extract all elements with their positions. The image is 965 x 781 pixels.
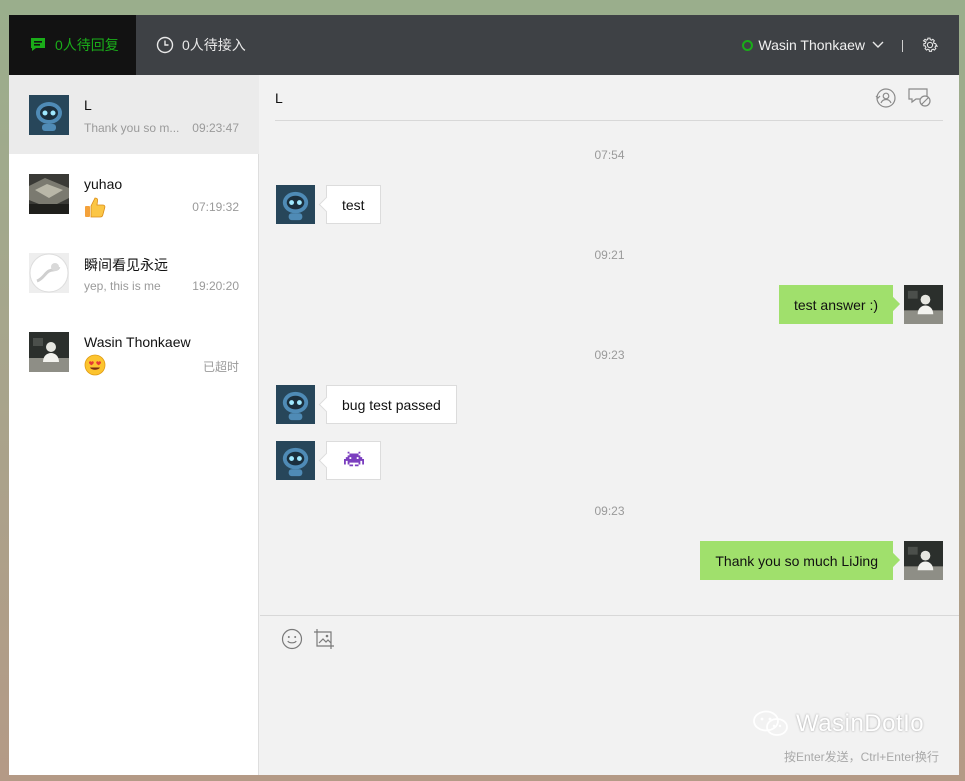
top-bar: 0人待回复 0人待接入 Wasin Thonkaew <box>9 15 959 75</box>
gear-icon[interactable] <box>921 36 939 54</box>
watermark-text: WasinDotIo <box>796 710 925 737</box>
message-composer[interactable]: 按Enter发送，Ctrl+Enter换行 <box>260 615 959 775</box>
chat-header: L <box>275 75 943 121</box>
tab-waiting-label: 0人待接入 <box>182 37 246 53</box>
conversation-item[interactable]: yuhao 07:19:32 <box>9 154 259 233</box>
robot-avatar <box>29 95 69 135</box>
agent-status-dropdown[interactable]: Wasin Thonkaew <box>742 15 884 75</box>
chat-panel: L 07:54 test 09:21 test answer :) 09:23 <box>260 75 959 615</box>
conversation-time: 09:23:47 <box>192 121 239 135</box>
message-text: Thank you so much LiJing <box>715 552 878 569</box>
robot-avatar <box>276 185 315 224</box>
conversation-list: L Thank you so m... 09:23:47 yuhao 07:19… <box>9 75 259 775</box>
image-icon[interactable] <box>313 628 335 650</box>
conversation-time: 已超时 <box>202 360 239 374</box>
heart-eyes-icon <box>84 354 106 376</box>
wechat-logo-icon <box>752 710 790 738</box>
conversation-item[interactable]: Wasin Thonkaew 已超时 <box>9 312 259 391</box>
person-avatar <box>904 285 943 324</box>
tab-pending-reply[interactable]: 0人待回复 <box>9 15 136 75</box>
watermark: WasinDotIo <box>752 710 924 738</box>
message-text: bug test passed <box>342 396 441 413</box>
conversation-preview: yep, this is me <box>84 279 161 293</box>
photo-avatar <box>29 174 69 214</box>
chat-bubble-icon <box>29 36 47 54</box>
conversation-item[interactable]: L Thank you so m... 09:23:47 <box>9 75 259 154</box>
message-text: test <box>342 196 365 213</box>
outgoing-message: test answer :) <box>778 285 893 324</box>
incoming-message: bug test passed <box>326 385 457 424</box>
outgoing-message: Thank you so much LiJing <box>700 541 893 580</box>
robot-avatar <box>276 441 315 480</box>
conversation-name: Wasin Thonkaew <box>84 334 191 350</box>
tab-pending-label: 0人待回复 <box>55 37 119 53</box>
chevron-down-icon <box>872 41 884 49</box>
thumbs-up-icon <box>84 196 106 218</box>
message-timestamp: 09:23 <box>594 348 625 362</box>
space-invader-icon <box>343 451 364 470</box>
robot-avatar <box>276 385 315 424</box>
message-timestamp: 09:23 <box>594 504 625 518</box>
conversation-time: 07:19:32 <box>192 200 239 214</box>
conversation-time: 19:20:20 <box>192 279 239 293</box>
topbar-divider <box>902 40 903 52</box>
online-status-icon <box>742 39 754 51</box>
person-avatar <box>904 541 943 580</box>
conversation-name: 瞬间看见永远 <box>84 257 168 273</box>
light-avatar <box>29 253 69 293</box>
tab-waiting-accept[interactable]: 0人待接入 <box>156 15 246 75</box>
transfer-user-icon[interactable] <box>875 87 897 109</box>
end-chat-icon[interactable] <box>908 87 931 109</box>
chat-title: L <box>275 90 283 106</box>
person-avatar <box>29 332 69 372</box>
conversation-item[interactable]: 瞬间看见永远 yep, this is me 19:20:20 <box>9 233 259 312</box>
message-timestamp: 07:54 <box>594 148 625 162</box>
conversation-preview: Thank you so m... <box>84 121 180 135</box>
incoming-message <box>326 441 381 480</box>
message-text: test answer :) <box>793 296 878 313</box>
agent-name: Wasin Thonkaew <box>758 37 865 53</box>
message-timestamp: 09:21 <box>594 248 625 262</box>
incoming-message: test <box>326 185 381 224</box>
clock-icon <box>156 36 174 54</box>
conversation-name: L <box>84 97 92 113</box>
send-hint: 按Enter发送，Ctrl+Enter换行 <box>783 750 939 764</box>
conversation-name: yuhao <box>84 176 123 192</box>
app-window: 0人待回复 0人待接入 Wasin Thonkaew L Thank you s… <box>9 15 959 775</box>
emoji-icon[interactable] <box>281 628 303 650</box>
